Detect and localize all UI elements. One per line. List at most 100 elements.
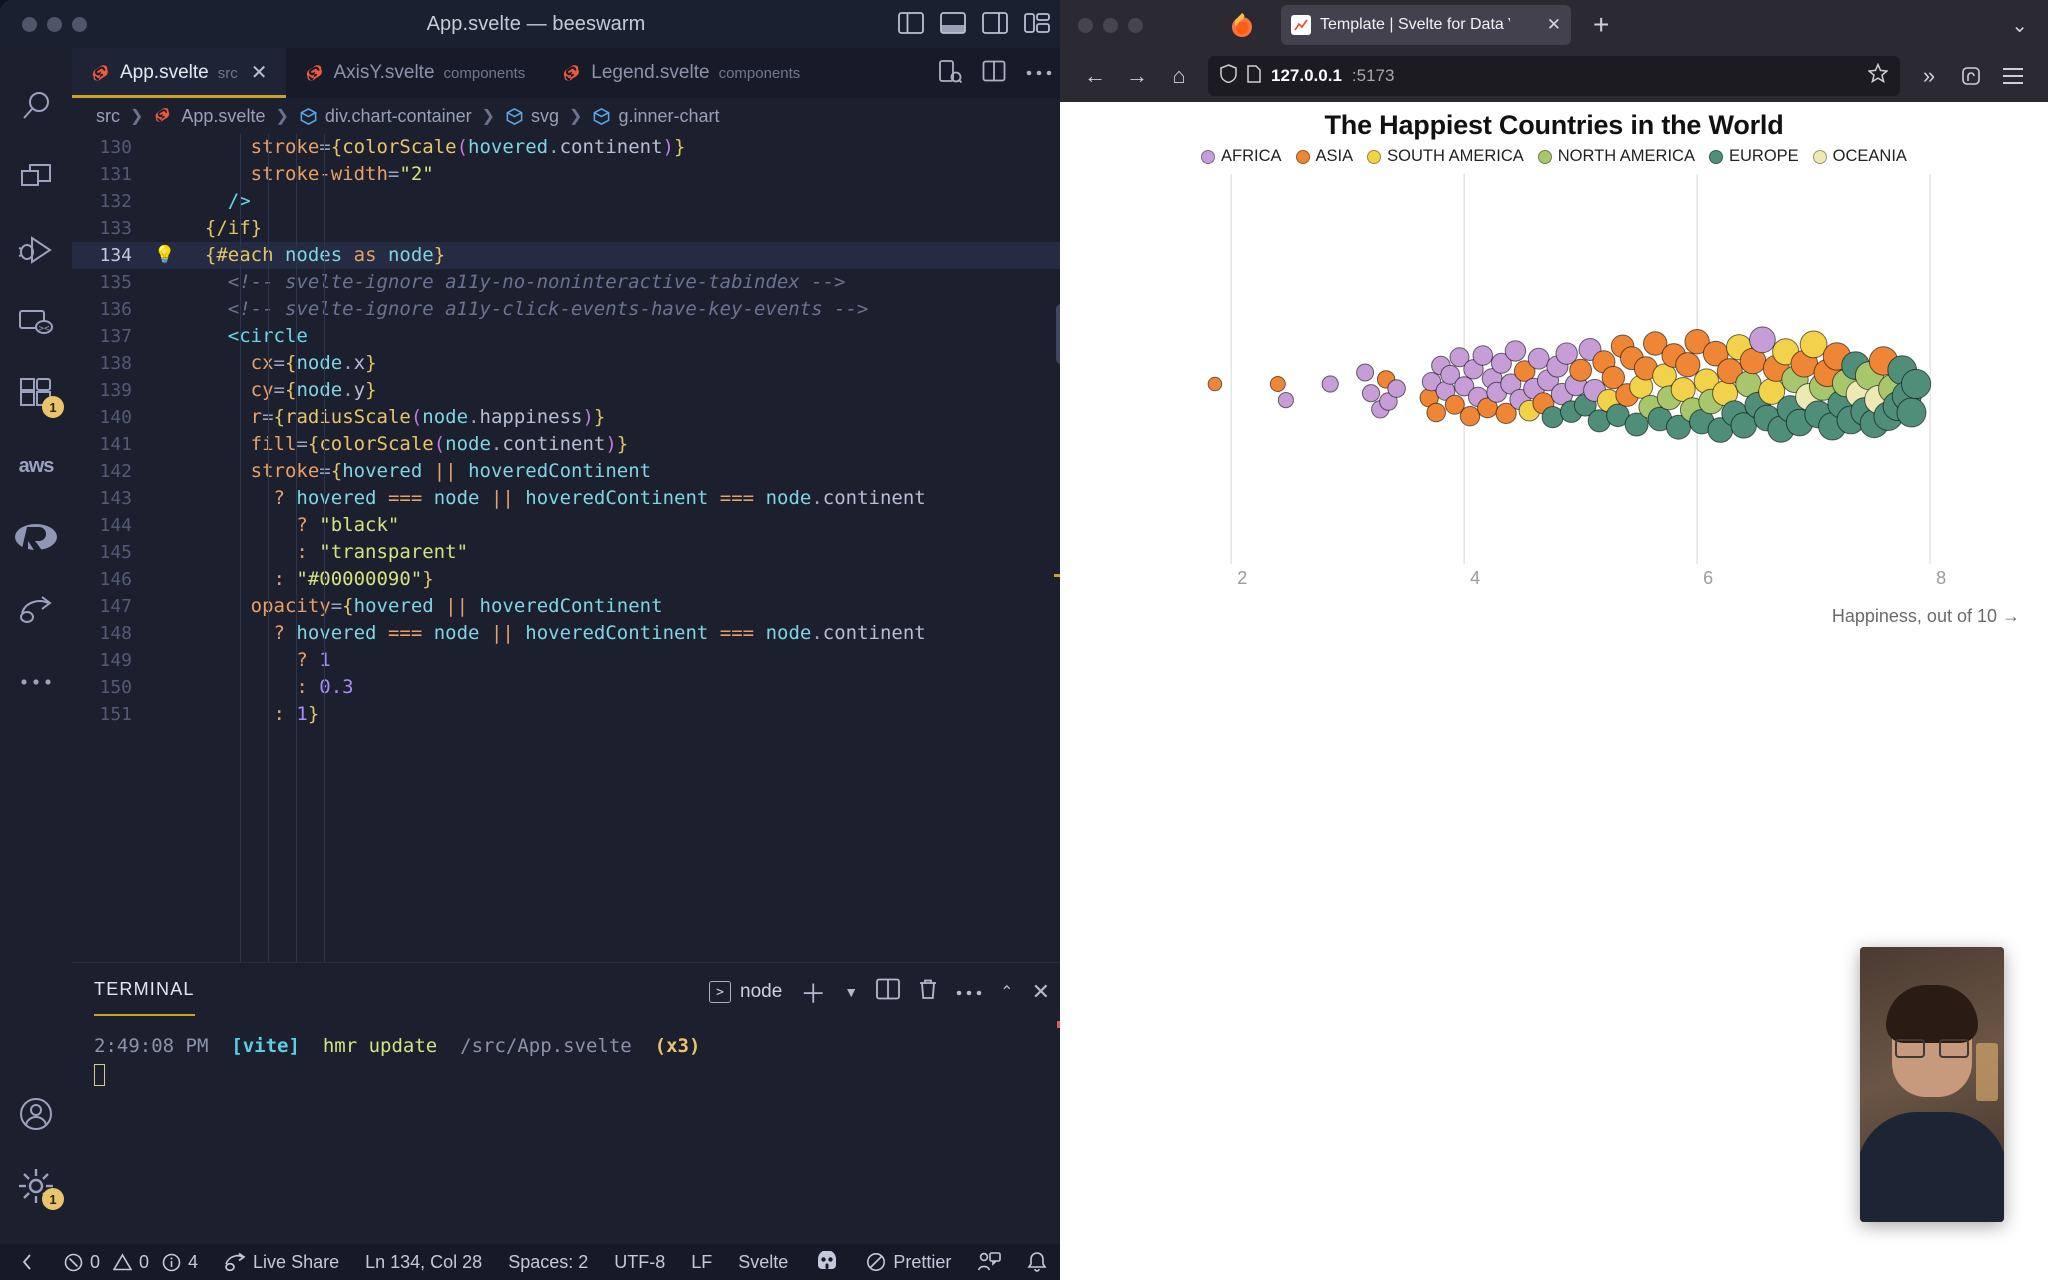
beeswarm-plot[interactable]: 2 4 6 8 Happiness, out of 10 →: [1060, 166, 2048, 646]
beeswarm-svg[interactable]: 2 4 6 8: [1060, 166, 2048, 646]
beeswarm-circle[interactable]: [1269, 376, 1286, 392]
close-icon[interactable]: ✕: [251, 63, 268, 83]
legend-item[interactable]: OCEANIA: [1812, 147, 1907, 166]
aws-icon[interactable]: aws: [0, 430, 72, 502]
breadcrumb-item-file[interactable]: App.svelte: [153, 106, 265, 127]
firefox-traffic-lights[interactable]: [1078, 17, 1143, 33]
language-mode[interactable]: Svelte: [725, 1244, 801, 1280]
legend-item[interactable]: SOUTH AMERICA: [1367, 147, 1524, 166]
toggle-secondary-sidebar-icon[interactable]: [982, 11, 1008, 35]
beeswarm-circle[interactable]: [1901, 368, 1932, 400]
close-icon[interactable]: ✕: [1547, 15, 1561, 35]
problems-indicator[interactable]: 0 0 4: [51, 1244, 211, 1280]
beeswarm-circle[interactable]: [1426, 402, 1447, 423]
code-line[interactable]: 145 : "transparent": [72, 539, 1072, 566]
r-language-icon[interactable]: [0, 502, 72, 574]
account-icon[interactable]: [0, 1078, 72, 1150]
prettier-status[interactable]: Prettier: [853, 1244, 964, 1280]
code-line[interactable]: 132 />: [72, 188, 1072, 215]
remote-window-icon[interactable]: [0, 1244, 51, 1280]
code-line[interactable]: 131 stroke-width="2": [72, 161, 1072, 188]
maximize-panel-icon[interactable]: ⌃: [1000, 982, 1013, 1002]
code-line[interactable]: 133 {/if}: [72, 215, 1072, 242]
more-editor-actions-icon[interactable]: [1026, 64, 1052, 82]
beeswarm-circle[interactable]: [1527, 347, 1550, 370]
beeswarm-circle[interactable]: [1356, 363, 1375, 382]
shield-icon[interactable]: [1220, 64, 1237, 88]
close-window-button[interactable]: [1078, 17, 1093, 33]
code-line[interactable]: 135 <!-- svelte-ignore a11y-no-nonintera…: [72, 269, 1072, 296]
code-line[interactable]: 138 cx={node.x}: [72, 350, 1072, 377]
feedback-icon[interactable]: [964, 1244, 1014, 1280]
run-and-debug-icon[interactable]: [0, 214, 72, 286]
beeswarm-circle[interactable]: [1675, 352, 1701, 378]
new-tab-button[interactable]: +: [1593, 9, 1609, 41]
beeswarm-circle[interactable]: [1387, 379, 1406, 398]
maximize-window-button[interactable]: [1128, 17, 1143, 33]
beeswarm-circle[interactable]: [1569, 358, 1592, 382]
code-line[interactable]: 130 stroke={colorScale(hovered.continent…: [72, 134, 1072, 161]
code-line[interactable]: 136 <!-- svelte-ignore a11y-click-events…: [72, 296, 1072, 323]
svelte-status-icon[interactable]: [801, 1244, 853, 1280]
home-icon[interactable]: ⌂: [1158, 55, 1200, 97]
new-terminal-icon[interactable]: ＋: [800, 974, 826, 1011]
chevron-down-icon[interactable]: ▼: [844, 984, 858, 1000]
beeswarm-circle[interactable]: [1504, 340, 1527, 362]
terminal-output[interactable]: 2:49:08 PM [vite] hmr update /src/App.sv…: [72, 1021, 1072, 1101]
beeswarm-circle[interactable]: [1472, 345, 1494, 366]
toggle-primary-sidebar-icon[interactable]: [898, 11, 924, 35]
toggle-panel-icon[interactable]: [940, 11, 966, 35]
tab-legend-svelte[interactable]: Legend.svelte components: [543, 48, 818, 98]
webcam-overlay[interactable]: [1860, 947, 2004, 1222]
bookmark-star-icon[interactable]: [1867, 62, 1889, 89]
legend-item[interactable]: NORTH AMERICA: [1537, 147, 1695, 166]
breadcrumb-item-g[interactable]: g.inner-chart: [592, 106, 720, 127]
code-line[interactable]: 137 <circle: [72, 323, 1072, 350]
back-icon[interactable]: ←: [1074, 55, 1116, 97]
split-editor-icon[interactable]: [982, 59, 1006, 88]
beeswarm-circle[interactable]: [1361, 384, 1381, 403]
beeswarm-circle[interactable]: [1207, 376, 1223, 392]
remote-explorer-icon[interactable]: ><: [0, 286, 72, 358]
code-line[interactable]: 151 : 1}: [72, 701, 1072, 728]
breadcrumb-item-div[interactable]: div.chart-container: [299, 106, 472, 127]
code-line[interactable]: 148 ? hovered === node || hoveredContine…: [72, 620, 1072, 647]
panel-tab-terminal[interactable]: TERMINAL: [94, 979, 195, 1016]
list-all-tabs-icon[interactable]: ⌄: [2011, 13, 2028, 38]
minimize-window-button[interactable]: [1103, 17, 1118, 33]
beeswarm-circle[interactable]: [1896, 397, 1927, 428]
legend-item[interactable]: EUROPE: [1708, 147, 1799, 166]
beeswarm-circle[interactable]: [1321, 375, 1339, 393]
url-bar[interactable]: 127.0.0.1:5173: [1208, 56, 1900, 96]
browser-tab[interactable]: Template | Svelte for Data Visual ✕: [1281, 5, 1571, 45]
beeswarm-circle[interactable]: [1541, 406, 1564, 429]
customize-layout-icon[interactable]: [1024, 11, 1050, 35]
code-line[interactable]: 149 ? 1: [72, 647, 1072, 674]
code-line[interactable]: 139 cy={node.y}: [72, 377, 1072, 404]
indentation-setting[interactable]: Spaces: 2: [495, 1244, 601, 1280]
live-share-button[interactable]: Live Share: [211, 1244, 352, 1280]
beeswarm-circle[interactable]: [1749, 326, 1776, 354]
tab-app-svelte[interactable]: App.svelte src ✕: [72, 48, 286, 98]
legend-item[interactable]: ASIA: [1295, 147, 1353, 166]
kill-terminal-icon[interactable]: [918, 978, 938, 1006]
tab-axisy-svelte[interactable]: AxisY.svelte components: [286, 48, 544, 98]
page-info-icon[interactable]: [1247, 64, 1261, 88]
code-editor[interactable]: 130 stroke={colorScale(hovered.continent…: [72, 134, 1072, 962]
search-icon[interactable]: [0, 70, 72, 142]
open-changes-icon[interactable]: [938, 59, 963, 88]
forward-icon[interactable]: →: [1116, 55, 1158, 97]
beeswarm-circle[interactable]: [1459, 406, 1481, 427]
more-actions-icon[interactable]: [0, 646, 72, 718]
close-panel-icon[interactable]: ✕: [1032, 979, 1050, 1005]
breadcrumb-item-svg[interactable]: svg: [505, 106, 559, 127]
code-line[interactable]: 144 ? "black": [72, 512, 1072, 539]
code-line[interactable]: 134 💡 {#each nodes as node}: [72, 242, 1072, 269]
code-line[interactable]: 140 r={radiusScale(node.happiness)}: [72, 404, 1072, 431]
application-menu-icon[interactable]: [1992, 55, 2034, 97]
legend-item[interactable]: AFRICA: [1201, 147, 1282, 166]
source-control-icon[interactable]: [0, 142, 72, 214]
notifications-bell-icon[interactable]: [1014, 1244, 1060, 1280]
panel-more-actions-icon[interactable]: [956, 981, 982, 1003]
encoding-setting[interactable]: UTF-8: [601, 1244, 678, 1280]
